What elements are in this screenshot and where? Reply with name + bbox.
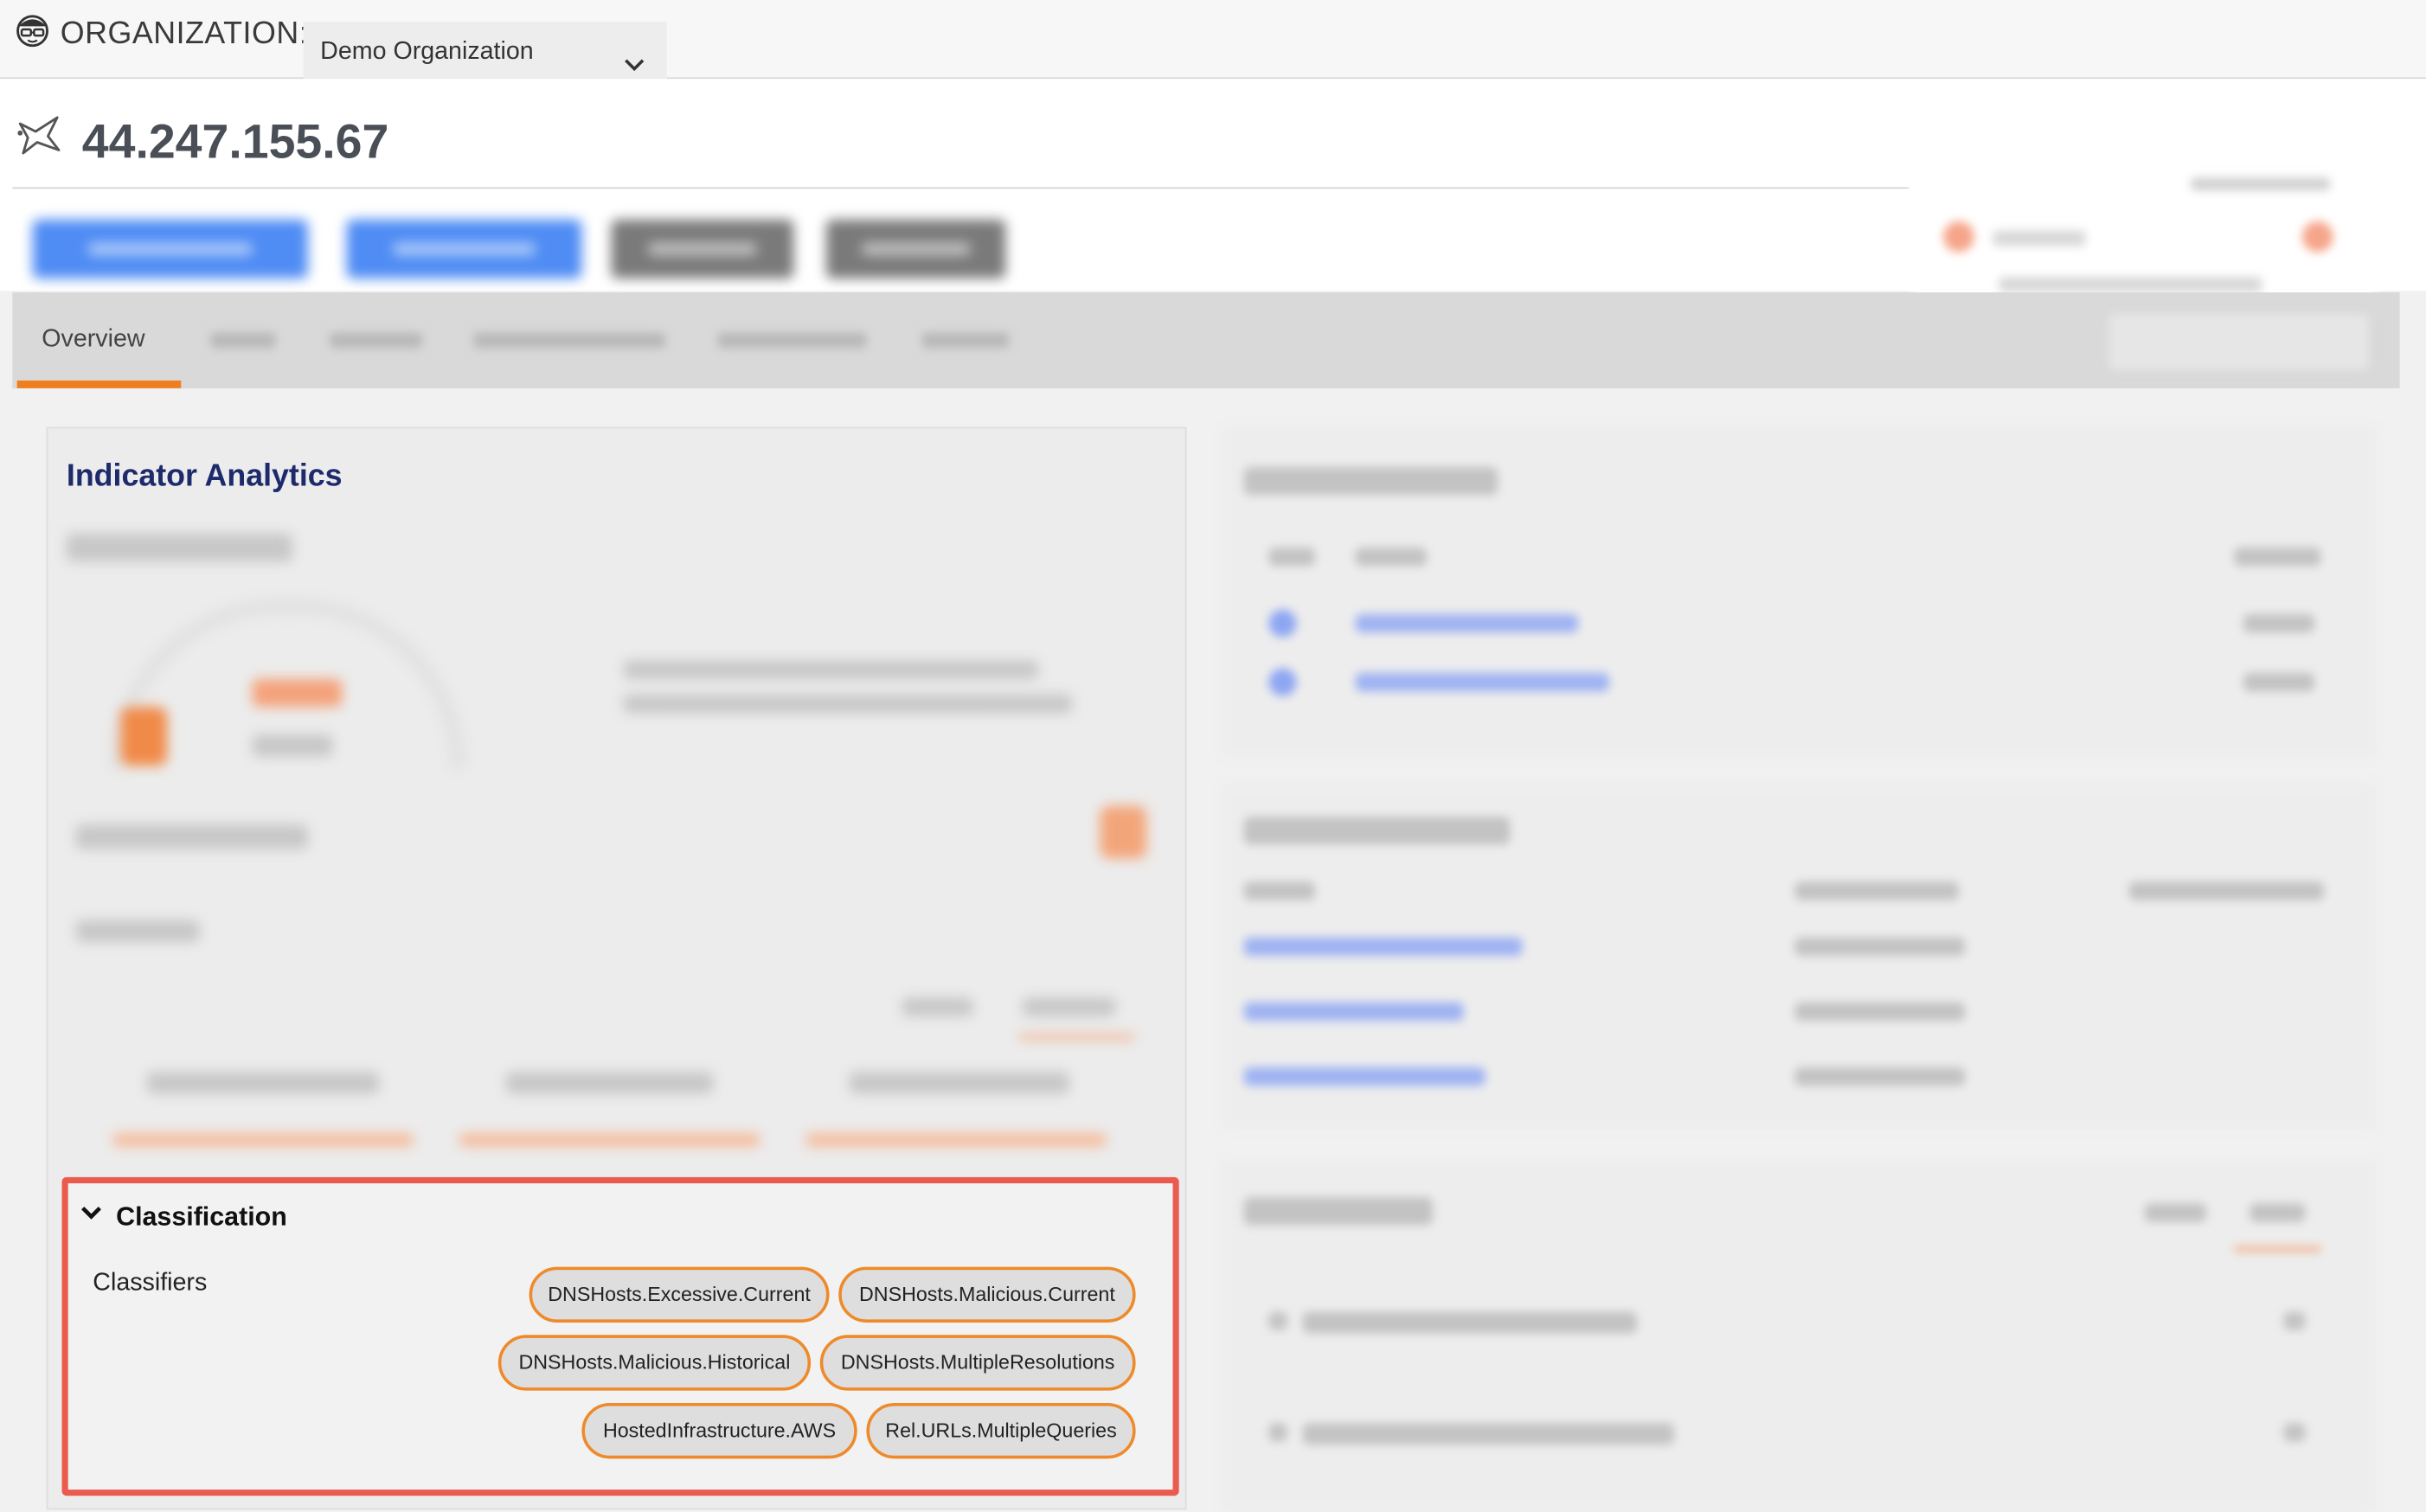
right-panel-1 bbox=[1222, 426, 2377, 759]
tab-strip: Overview bbox=[12, 292, 2400, 388]
blurred-toggle-2 bbox=[1023, 997, 1116, 1016]
classifier-chip[interactable]: HostedInfrastructure.AWS bbox=[581, 1402, 857, 1459]
right-panel-2 bbox=[1222, 782, 2377, 1130]
chevron-down-icon[interactable] bbox=[80, 1205, 102, 1220]
classifier-chip[interactable]: DNSHosts.Excessive.Current bbox=[529, 1266, 830, 1323]
card-title: Indicator Analytics bbox=[66, 459, 343, 494]
blurred-bar-2 bbox=[459, 1133, 761, 1147]
indicator-header: 44.247.155.67 bbox=[0, 79, 2426, 367]
classifier-chip[interactable]: Rel.URLs.MultipleQueries bbox=[866, 1402, 1136, 1459]
header-divider bbox=[12, 187, 1909, 189]
blurred-subheading bbox=[66, 533, 292, 562]
user-glasses-icon bbox=[16, 15, 48, 48]
blurred-description-2 bbox=[623, 694, 1073, 714]
right-panel-3 bbox=[1222, 1160, 2377, 1512]
organization-select-value: Demo Organization bbox=[320, 38, 534, 66]
blurred-description-1 bbox=[623, 660, 1038, 680]
classification-section: Classification Classifiers DNSHosts.Exce… bbox=[61, 1176, 1179, 1496]
tab-blurred-3[interactable] bbox=[473, 332, 665, 349]
page-title: 44.247.155.67 bbox=[81, 114, 389, 169]
blurred-column-2 bbox=[505, 1072, 714, 1094]
tab-blurred-5[interactable] bbox=[921, 332, 1009, 349]
tab-blurred-1[interactable] bbox=[210, 332, 276, 349]
classification-title[interactable]: Classification bbox=[116, 1201, 287, 1233]
tab-overview[interactable]: Overview bbox=[42, 326, 144, 354]
blurred-column-3 bbox=[849, 1072, 1069, 1094]
action-button-gray-2[interactable] bbox=[825, 219, 1006, 279]
blurred-toggle-underline bbox=[1019, 1035, 1134, 1040]
blurred-score-sub bbox=[252, 734, 333, 757]
blurred-toggle-1 bbox=[902, 997, 973, 1016]
blurred-bar-3 bbox=[805, 1133, 1107, 1147]
blurred-column-1 bbox=[146, 1072, 380, 1094]
blurred-orange-button bbox=[1100, 805, 1147, 859]
classifiers-label: Classifiers bbox=[93, 1270, 208, 1297]
classifier-chip[interactable]: DNSHosts.Malicious.Historical bbox=[497, 1335, 812, 1391]
action-button-gray[interactable] bbox=[611, 219, 794, 279]
blurred-bar-1 bbox=[112, 1133, 414, 1147]
organization-bar: ORGANIZATION: Demo Organization bbox=[0, 0, 2426, 87]
action-button-primary[interactable] bbox=[32, 219, 308, 279]
indicator-hand-icon bbox=[17, 116, 61, 155]
blurred-orange-icon bbox=[120, 707, 168, 766]
blurred-score bbox=[252, 679, 343, 708]
active-tab-indicator bbox=[16, 380, 182, 388]
organization-label: ORGANIZATION: bbox=[60, 16, 309, 52]
blurred-section-2 bbox=[75, 920, 200, 943]
tab-blurred-4[interactable] bbox=[717, 332, 867, 349]
tab-strip-action-button[interactable] bbox=[2108, 314, 2369, 370]
chevron-down-icon bbox=[625, 59, 645, 72]
blurred-section-1 bbox=[75, 824, 308, 849]
tab-blurred-2[interactable] bbox=[329, 332, 423, 349]
organization-select[interactable]: Demo Organization bbox=[303, 22, 667, 87]
classifier-chip[interactable]: DNSHosts.MultipleResolutions bbox=[819, 1335, 1136, 1391]
classifier-chip[interactable]: DNSHosts.Malicious.Current bbox=[838, 1266, 1136, 1323]
action-button-secondary[interactable] bbox=[346, 219, 582, 279]
